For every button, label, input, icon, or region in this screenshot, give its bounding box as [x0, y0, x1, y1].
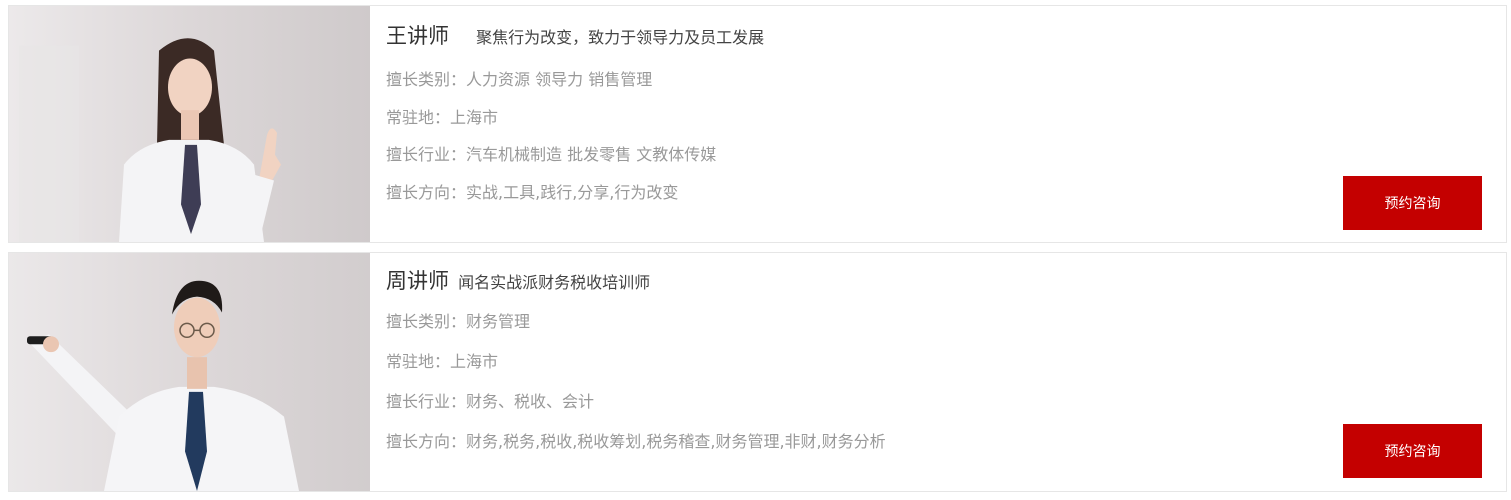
woman-portrait-image	[9, 6, 370, 242]
location-label: 常驻地：	[386, 352, 451, 371]
direction-label: 擅长方向：	[386, 432, 467, 451]
industry-line: 擅长行业：汽车机械制造 批发零售 文教体传媒	[386, 141, 716, 165]
teacher-name: 王讲师	[386, 24, 449, 48]
teacher-card[interactable]: 王讲师 聚焦行为改变，致力于领导力及员工发展 擅长类别：人力资源 领导力 销售管…	[8, 5, 1507, 243]
location-value: 上海市	[450, 108, 499, 127]
direction-line: 擅长方向：财务,税务,税收,税收筹划,税务稽查,财务管理,非财,财务分析	[386, 428, 886, 452]
teacher-title-row: 周讲师 闻名实战派财务税收培训师	[386, 265, 650, 295]
location-value: 上海市	[450, 352, 499, 371]
industry-value: 财务、税收、会计	[466, 392, 595, 411]
location-label: 常驻地：	[386, 108, 451, 127]
teacher-card[interactable]: 周讲师 闻名实战派财务税收培训师 擅长类别：财务管理 常驻地：上海市 擅长行业：…	[8, 252, 1507, 492]
category-value: 人力资源 领导力 销售管理	[466, 70, 653, 89]
book-consultation-button[interactable]: 预约咨询	[1343, 424, 1482, 478]
teacher-tagline: 聚焦行为改变，致力于领导力及员工发展	[476, 28, 765, 47]
teacher-photo[interactable]	[9, 253, 370, 491]
location-line: 常驻地：上海市	[386, 104, 498, 128]
category-label: 擅长类别：	[386, 70, 467, 89]
teacher-photo[interactable]	[9, 6, 370, 242]
category-line: 擅长类别：财务管理	[386, 308, 530, 332]
book-consultation-button[interactable]: 预约咨询	[1343, 176, 1482, 230]
category-line: 擅长类别：人力资源 领导力 销售管理	[386, 66, 652, 90]
location-line: 常驻地：上海市	[386, 348, 498, 372]
teacher-tagline: 闻名实战派财务税收培训师	[458, 273, 651, 292]
industry-line: 擅长行业：财务、税收、会计	[386, 388, 594, 412]
direction-value: 财务,税务,税收,税收筹划,税务稽查,财务管理,非财,财务分析	[466, 432, 886, 451]
category-value: 财务管理	[466, 312, 531, 331]
teacher-name: 周讲师	[386, 269, 449, 293]
direction-label: 擅长方向：	[386, 183, 467, 202]
teacher-title-row: 王讲师 聚焦行为改变，致力于领导力及员工发展	[386, 20, 764, 50]
category-label: 擅长类别：	[386, 312, 467, 331]
direction-value: 实战,工具,践行,分享,行为改变	[466, 183, 679, 202]
industry-label: 擅长行业：	[386, 392, 467, 411]
man-portrait-image	[9, 253, 370, 491]
direction-line: 擅长方向：实战,工具,践行,分享,行为改变	[386, 179, 678, 203]
industry-label: 擅长行业：	[386, 145, 467, 164]
industry-value: 汽车机械制造 批发零售 文教体传媒	[466, 145, 717, 164]
